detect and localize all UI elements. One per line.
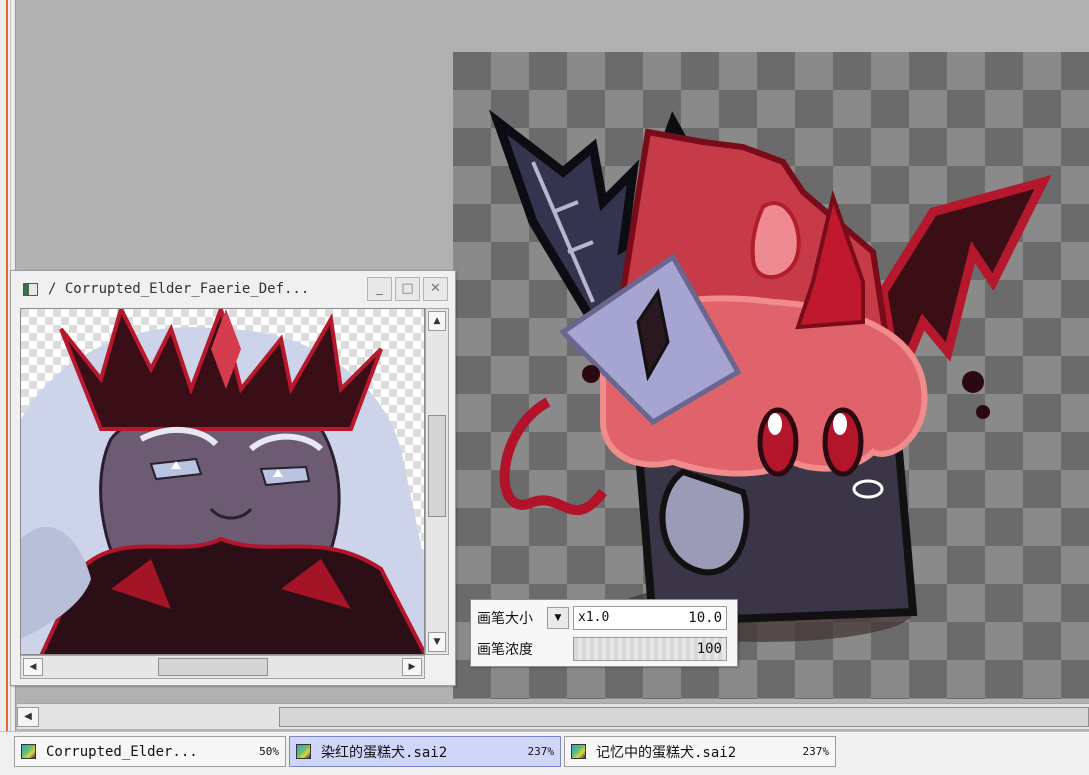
brush-size-dropdown[interactable]: ▼ xyxy=(547,607,569,629)
brush-density-value: 100 xyxy=(696,641,722,657)
document-tab-name: Corrupted_Elder... xyxy=(46,743,198,760)
panel-splitter-line[interactable] xyxy=(6,0,8,735)
brush-density-slider[interactable]: 100 xyxy=(573,637,727,661)
document-thumbnail-icon xyxy=(21,744,36,759)
document-window-icon xyxy=(23,282,38,296)
navigator-window[interactable]: / Corrupted_Elder_Faerie_Def... _ □ ✕ ▲ … xyxy=(10,270,456,686)
document-tab-zoom: 237% xyxy=(802,745,830,758)
document-thumbnail-icon xyxy=(296,744,311,759)
scroll-up-button[interactable]: ▲ xyxy=(428,311,446,331)
scroll-left-button[interactable]: ◀ xyxy=(23,658,43,676)
brush-density-label: 画笔浓度 xyxy=(477,642,533,658)
brush-size-label: 画笔大小 xyxy=(477,611,533,627)
minimize-button[interactable]: _ xyxy=(367,277,392,301)
canvas-scroll-thumb[interactable] xyxy=(279,707,1089,727)
canvas-horizontal-scrollbar[interactable]: ◀ xyxy=(17,703,1089,729)
brush-size-multiplier: x1.0 xyxy=(578,610,610,625)
canvas-scroll-left-button[interactable]: ◀ xyxy=(17,707,39,727)
navigator-vertical-scrollbar[interactable]: ▲ ▼ xyxy=(425,308,449,655)
document-tab-red-cake-dog[interactable]: 染红的蛋糕犬.sai2 237% xyxy=(289,736,561,767)
navigator-artwork xyxy=(21,309,424,654)
scroll-right-button[interactable]: ▶ xyxy=(402,658,422,676)
navigator-preview[interactable] xyxy=(20,308,425,655)
document-thumbnail-icon xyxy=(571,744,586,759)
document-tab-corrupted-elder[interactable]: Corrupted_Elder... 50% xyxy=(14,736,286,767)
document-tab-zoom: 237% xyxy=(527,745,555,758)
brush-size-value: 10.0 xyxy=(688,610,722,626)
navigator-title: / Corrupted_Elder_Faerie_Def... xyxy=(48,281,310,297)
brush-size-slider[interactable]: x1.0 10.0 xyxy=(573,606,727,630)
document-tab-name: 染红的蛋糕犬.sai2 xyxy=(321,744,448,761)
brush-settings-panel: 画笔大小 ▼ x1.0 10.0 画笔浓度 100 xyxy=(470,599,738,667)
maximize-button[interactable]: □ xyxy=(395,277,420,301)
navigator-horizontal-scrollbar[interactable]: ◀ ▶ xyxy=(20,655,425,679)
document-tab-bar: Corrupted_Elder... 50% 染红的蛋糕犬.sai2 237% … xyxy=(0,731,1089,775)
scroll-down-button[interactable]: ▼ xyxy=(428,632,446,652)
horizontal-scroll-thumb[interactable] xyxy=(158,658,268,676)
close-button[interactable]: ✕ xyxy=(423,277,448,301)
document-tab-zoom: 50% xyxy=(259,745,279,758)
vertical-scroll-thumb[interactable] xyxy=(428,415,446,517)
document-tab-memory-cake-dog[interactable]: 记忆中的蛋糕犬.sai2 237% xyxy=(564,736,836,767)
document-tab-name: 记忆中的蛋糕犬.sai2 xyxy=(596,744,737,761)
